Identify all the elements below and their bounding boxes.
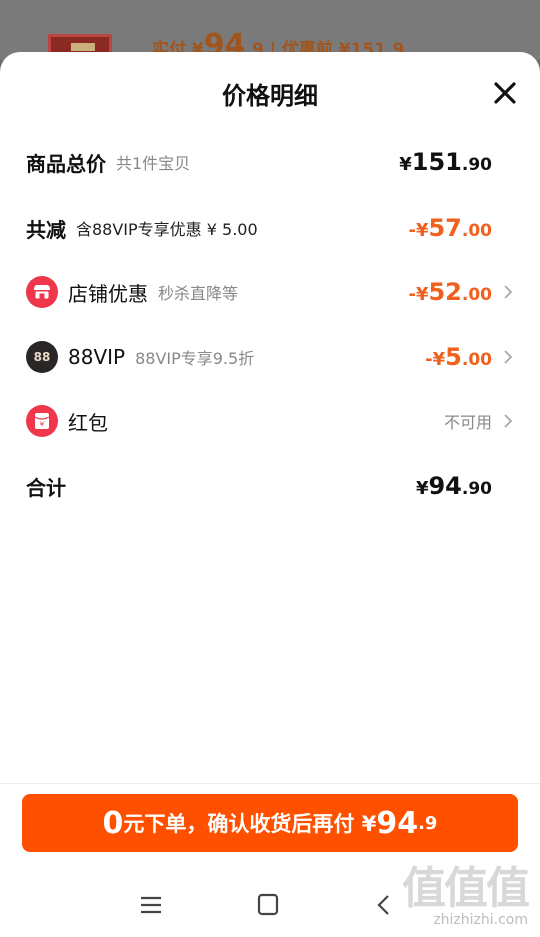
chevron-right-icon — [504, 414, 513, 428]
price-detail-sheet: 价格明细 商品总价 共1件宝贝 ¥151.90 共减 含88VIP专享优惠 ¥ … — [0, 52, 540, 937]
row-sub: 88VIP专享9.5折 — [135, 349, 255, 368]
menu-icon[interactable] — [136, 892, 166, 918]
row-shop-discount[interactable]: 店铺优惠 秒杀直降等 -¥52.00 — [26, 272, 514, 312]
amount-value: -¥52.00 — [408, 278, 492, 306]
row-grand-total: 合计 ¥94.90 — [26, 466, 514, 506]
row-label: 商品总价 — [26, 151, 106, 176]
row-total-discount: 共减 含88VIP专享优惠 ¥ 5.00 -¥57.00 — [26, 208, 514, 248]
sheet-title: 价格明细 — [222, 82, 318, 110]
row-label: 红包 — [68, 410, 108, 435]
chevron-right-icon — [504, 285, 513, 299]
row-label: 共减 — [26, 217, 66, 242]
svg-text:¥: ¥ — [40, 421, 45, 429]
watermark-logo: 值值值 zhizhizhi.com — [402, 863, 530, 928]
row-item-total: 商品总价 共1件宝贝 ¥151.90 — [26, 142, 514, 182]
background-order-bar: 实付 ¥94.9 | 优惠前 ¥151.9 — [0, 0, 540, 60]
row-label: 合计 — [26, 475, 66, 500]
vip-88-icon: 88 — [26, 341, 58, 373]
amount-value: ¥94.90 — [415, 472, 492, 500]
back-icon[interactable] — [370, 892, 400, 918]
row-label: 店铺优惠 — [68, 281, 148, 306]
close-icon[interactable] — [492, 80, 518, 106]
chevron-right-icon — [504, 350, 513, 364]
row-88vip[interactable]: 88 88VIP 88VIP专享9.5折 -¥5.00 — [26, 337, 514, 377]
shop-icon — [26, 276, 58, 308]
row-label: 88VIP — [68, 345, 126, 369]
home-icon[interactable] — [253, 892, 283, 918]
pay-later-button[interactable]: 0 元下单，确认收货后再付 ¥94.9 — [22, 794, 518, 852]
row-red-packet[interactable]: ¥ 红包 不可用 — [26, 401, 514, 441]
row-sub: 含88VIP专享优惠 ¥ 5.00 — [76, 220, 258, 239]
red-packet-icon: ¥ — [26, 405, 58, 437]
unavailable-status: 不可用 — [443, 413, 492, 432]
amount-value: -¥5.00 — [425, 343, 492, 371]
footer-divider — [0, 783, 540, 784]
row-sub: 秒杀直降等 — [158, 284, 239, 303]
row-sub: 共1件宝贝 — [116, 154, 191, 173]
amount-value: -¥57.00 — [408, 214, 492, 242]
amount-value: ¥151.90 — [399, 148, 492, 176]
